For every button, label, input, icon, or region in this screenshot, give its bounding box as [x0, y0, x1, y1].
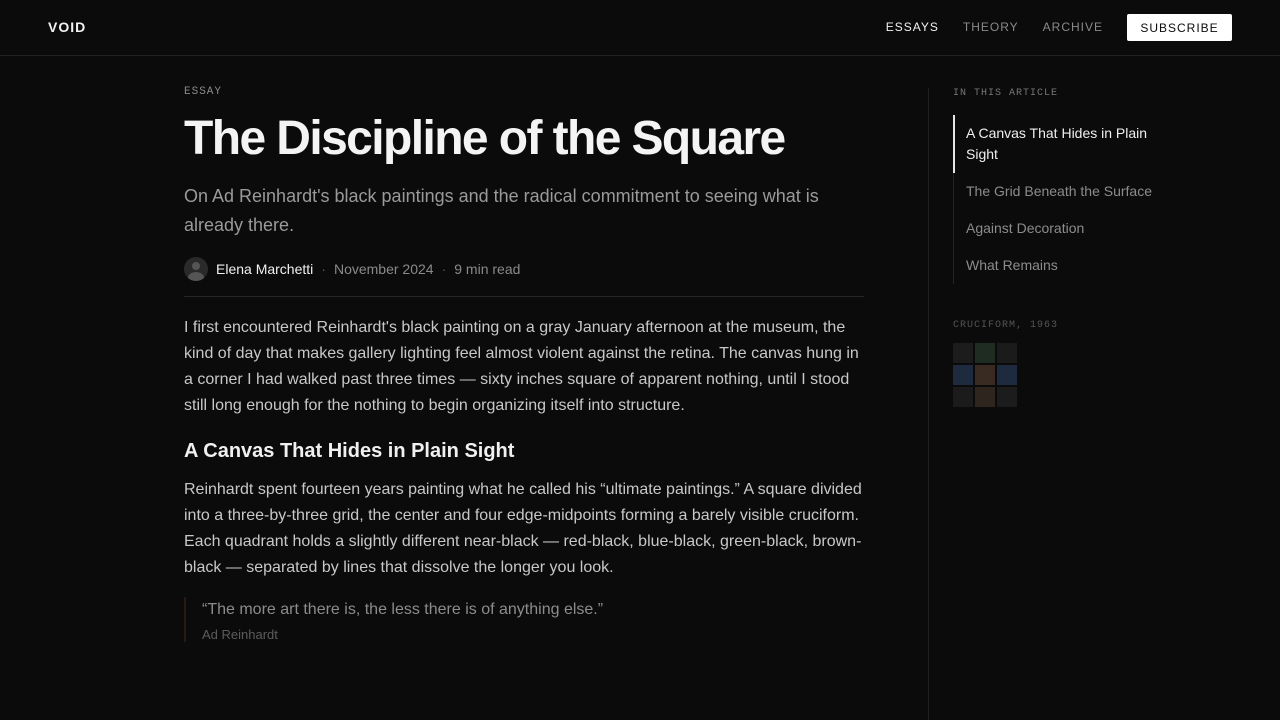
article-sidebar: IN THIS ARTICLE A Canvas That Hides in P… [928, 88, 1280, 720]
toc-item-decoration[interactable]: Against Decoration [953, 210, 1183, 247]
article-subtitle: On Ad Reinhardt's black paintings and th… [184, 186, 819, 235]
meta-separator: · [321, 261, 326, 277]
grid-cell [953, 365, 973, 385]
grid-cell [997, 343, 1017, 363]
quote-text: “The more art there is, the less there i… [202, 601, 604, 618]
section-heading: A Canvas That Hides in Plain Sight [184, 440, 515, 462]
grid-cell [953, 387, 973, 407]
nav-archive[interactable]: ARCHIVE [1043, 14, 1103, 41]
section-paragraph: Reinhardt spent fourteen years painting … [184, 481, 862, 576]
pull-quote: “The more art there is, the less there i… [184, 597, 864, 642]
meta-divider [184, 296, 864, 297]
meta-separator: · [441, 261, 447, 277]
figure-caption: CRUCIFORM, 1963 [953, 320, 1059, 331]
grid-cell [953, 343, 973, 363]
cruciform-grid [953, 343, 1017, 407]
subscribe-button[interactable]: SUBSCRIBE [1127, 14, 1232, 41]
toc-item-remains[interactable]: What Remains [953, 247, 1183, 284]
grid-cell [997, 387, 1017, 407]
read-time: 9 min read [454, 261, 521, 277]
intro-paragraph: I first encountered Reinhardt's black pa… [184, 319, 859, 414]
grid-cell [975, 365, 995, 385]
author-avatar [184, 257, 208, 281]
table-of-contents: A Canvas That Hides in Plain Sight The G… [953, 115, 1280, 284]
article-title: The Discipline of the Square [184, 112, 786, 165]
quote-attribution: Ad Reinhardt [202, 627, 278, 642]
main-nav: ESSAYS THEORY ARCHIVE SUBSCRIBE [886, 14, 1232, 41]
toc-item-canvas[interactable]: A Canvas That Hides in Plain Sight [953, 115, 1183, 173]
author-name[interactable]: Elena Marchetti [216, 261, 313, 277]
top-navigation-bar: VOID ESSAYS THEORY ARCHIVE SUBSCRIBE [0, 0, 1280, 56]
nav-theory[interactable]: THEORY [963, 14, 1019, 41]
toc-label: IN THIS ARTICLE [953, 88, 1059, 99]
nav-essays[interactable]: ESSAYS [886, 14, 939, 41]
grid-cell [975, 343, 995, 363]
grid-cell [997, 365, 1017, 385]
publish-date: November 2024 [333, 261, 434, 277]
toc-item-grid[interactable]: The Grid Beneath the Surface [953, 173, 1183, 210]
article-category: ESSAY [184, 86, 223, 98]
article-meta: Elena Marchetti · November 2024 · 9 min … [184, 256, 864, 282]
article: ESSAY The Discipline of the Square On Ad… [184, 86, 864, 642]
grid-cell [975, 387, 995, 407]
brand-logo[interactable]: VOID [48, 19, 86, 35]
